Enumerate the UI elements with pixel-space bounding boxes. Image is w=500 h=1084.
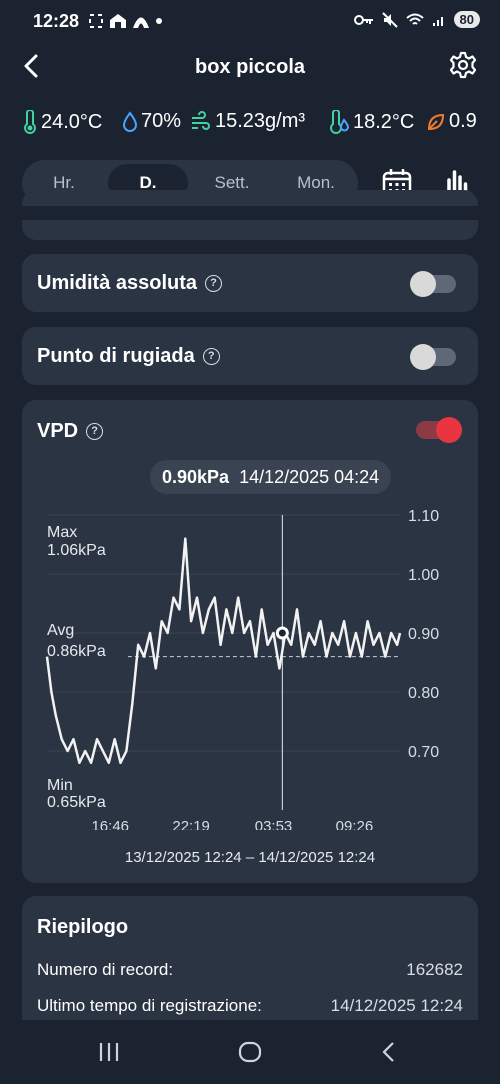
status-bar: 12:28 80 (0, 0, 500, 44)
temperature-metric: 24.0°C (22, 110, 102, 134)
avg-value: 0.86kPa (47, 643, 106, 660)
x-tick-label: 16:46 (91, 818, 129, 830)
tooltip-time: 14/12/2025 04:24 (239, 467, 380, 487)
leaf-icon (427, 113, 445, 130)
max-value: 1.06kPa (47, 542, 106, 559)
help-icon[interactable]: ? (205, 275, 223, 292)
humidity-wind-icon (192, 110, 210, 130)
help-icon[interactable]: ? (202, 348, 220, 365)
absolute-humidity-label: Umidità assoluta (37, 272, 198, 294)
summary-row-value: 162682 (406, 960, 463, 979)
max-label: Max (47, 524, 77, 541)
x-axis-ticks: 16:46 22:19 03:53 09:26 (91, 818, 373, 830)
vpd-toggle[interactable] (416, 417, 462, 443)
x-tick-label: 03:53 (255, 818, 293, 830)
back-icon[interactable] (378, 1040, 402, 1064)
y-tick-label: 1.10 (408, 508, 439, 525)
absolute-humidity-value: 15.23g/m³ (215, 110, 306, 132)
battery-indicator: 80 (453, 11, 480, 28)
temperature-value: 24.0°C (41, 110, 103, 133)
vpd-title: VPD ? (37, 420, 104, 443)
chart-tooltip: 0.90kPa 14/12/2025 04:24 (150, 460, 392, 494)
app-notification-icon (110, 14, 126, 28)
dew-point-label: Punto di rugiada (37, 345, 195, 367)
screenshot-icon (89, 14, 103, 28)
vpd-card: VPD ? 0.90kPa 14/12/2025 04:24 0.70 0.80 0.… (22, 400, 478, 883)
summary-row: Numero di record: 162682 (37, 960, 463, 980)
dew-point-value: 18.2°C (353, 110, 415, 133)
header-divider (0, 206, 500, 220)
toggle-knob (436, 417, 462, 443)
avg-label: Avg (47, 622, 74, 639)
metrics-row: 24.0°C 70% 15.23g/m³ 18.2°C 0.9 (0, 104, 500, 144)
system-navigation-bar (0, 1020, 500, 1084)
summary-row-value: 14/12/2025 12:24 (330, 996, 463, 1015)
cursor-point (275, 626, 289, 640)
dew-point-metric: 18.2°C (328, 110, 414, 134)
y-tick-label: 0.90 (408, 626, 439, 643)
min-label: Min (47, 777, 73, 794)
dew-point-card: Punto di rugiada ? (22, 327, 478, 385)
humidity-metric: 70% (122, 110, 181, 133)
system-icons: 80 (353, 11, 480, 28)
absolute-humidity-toggle[interactable] (410, 271, 456, 297)
thermometer-icon (24, 110, 36, 134)
recent-apps-icon[interactable] (97, 1040, 121, 1064)
y-tick-label: 0.70 (408, 744, 439, 761)
absolute-humidity-title: Umidità assoluta ? (37, 272, 223, 295)
vpd-value: 0.9 (449, 110, 477, 132)
gear-icon[interactable] (448, 50, 478, 80)
dew-point-title: Punto di rugiada ? (37, 345, 220, 368)
vpd-metric: 0.9 (426, 110, 477, 133)
help-icon[interactable]: ? (86, 423, 104, 440)
absolute-humidity-card: Umidità assoluta ? (22, 254, 478, 312)
wifi-icon (405, 13, 424, 25)
app-notification-icon (133, 17, 149, 28)
summary-card: Riepilogo Numero di record: 162682 Ultim… (22, 896, 478, 1036)
dot-icon (156, 18, 162, 24)
dew-point-toggle[interactable] (410, 344, 456, 370)
page-title: box piccola (194, 56, 306, 78)
summary-row: Ultimo tempo di registrazione: 14/12/202… (37, 996, 463, 1016)
mute-icon (381, 11, 398, 28)
absolute-humidity-metric: 15.23g/m³ (190, 110, 305, 133)
notification-icons (88, 13, 163, 29)
summary-row-label: Numero di record: (37, 960, 174, 979)
app-bar: box piccola (0, 44, 500, 90)
chart-date-range: 13/12/2025 12:24 – 14/12/2025 12:24 (124, 849, 376, 866)
min-value: 0.65kPa (47, 794, 106, 811)
status-time: 12:28 (33, 11, 80, 31)
y-tick-label: 0.80 (408, 685, 439, 702)
y-axis-ticks: 0.70 0.80 0.90 1.00 1.10 (408, 508, 439, 761)
tooltip-value: 0.90kPa (162, 467, 230, 487)
summary-row-label: Ultimo tempo di registrazione: (37, 996, 262, 1015)
toggle-knob (410, 344, 436, 370)
key-icon (353, 14, 373, 25)
vpd-label: VPD (37, 420, 79, 442)
vpd-line-chart[interactable]: 0.70 0.80 0.90 1.00 1.10 16:46 22:19 03:53 09:2… (22, 500, 478, 830)
humidity-value: 70% (141, 110, 182, 132)
water-drop-icon (122, 110, 138, 132)
x-tick-label: 09:26 (336, 818, 374, 830)
signal-icon (432, 16, 443, 26)
toggle-knob (410, 271, 436, 297)
y-tick-label: 1.00 (408, 567, 439, 584)
x-tick-label: 22:19 (172, 818, 210, 830)
home-icon[interactable] (238, 1040, 262, 1064)
dew-point-icon (330, 110, 350, 134)
summary-title: Riepilogo (37, 916, 129, 938)
